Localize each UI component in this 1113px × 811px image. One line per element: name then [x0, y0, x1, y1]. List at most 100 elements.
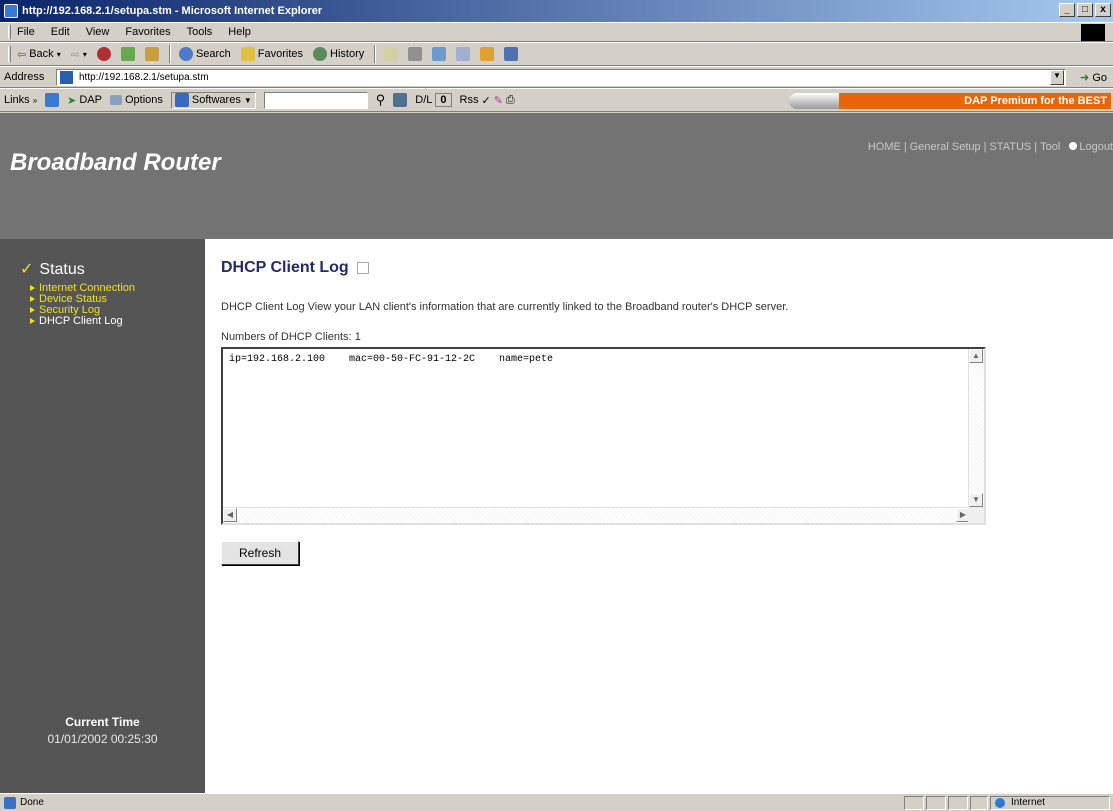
- forward-arrow-icon: ⇨: [70, 48, 80, 61]
- discuss-button[interactable]: [456, 47, 471, 61]
- dap-home-button[interactable]: [45, 93, 60, 107]
- address-dropdown-button[interactable]: ▼: [1050, 70, 1064, 85]
- nav-home[interactable]: HOME: [868, 141, 901, 153]
- dap-button[interactable]: ➤ DAP: [67, 94, 102, 107]
- nav-logout[interactable]: Logout: [1079, 141, 1113, 153]
- rss-button[interactable]: Rss ✓ ✎ ⎙: [460, 94, 515, 107]
- home-icon: [144, 47, 159, 61]
- horizontal-scrollbar[interactable]: ◀ ▶: [223, 507, 970, 523]
- toolbar-separator: [374, 45, 377, 63]
- dhcp-log-text: ip=192.168.2.100 mac=00-50-FC-91-12-2C n…: [229, 354, 554, 365]
- go-button[interactable]: ➜ Go: [1080, 71, 1107, 84]
- chevron-down-icon: ▾: [56, 49, 61, 59]
- menu-favorites[interactable]: Favorites: [125, 26, 170, 38]
- sidebar-section-status[interactable]: ✓ Status: [20, 259, 85, 279]
- links-button[interactable]: Links »: [4, 94, 37, 106]
- status-cell: [970, 796, 988, 810]
- research-icon: [504, 47, 519, 61]
- checkmark-icon: ✓: [20, 261, 34, 278]
- current-time-label: Current Time: [65, 715, 140, 729]
- softwares-dropdown[interactable]: Softwares ▼: [170, 91, 256, 109]
- menu-tools[interactable]: Tools: [187, 26, 213, 38]
- brand-title: Broadband Router: [10, 149, 221, 176]
- count-value: 1: [354, 331, 361, 343]
- banner-text: DAP Premium for the BEST: [839, 93, 1111, 109]
- maximize-button[interactable]: □: [1077, 3, 1093, 17]
- dap-arrow-icon: ➤: [67, 94, 77, 107]
- messenger-button[interactable]: [480, 47, 495, 61]
- dap-premium-banner[interactable]: DAP Premium for the BEST: [789, 93, 1111, 109]
- messenger-icon: [480, 47, 495, 61]
- favorites-button[interactable]: Favorites: [240, 47, 303, 61]
- arrow-right-icon: [30, 307, 35, 313]
- search-button[interactable]: Search: [178, 47, 231, 61]
- edit-button[interactable]: [432, 47, 447, 61]
- page-done-icon: [4, 796, 16, 809]
- dhcp-log-textarea[interactable]: ip=192.168.2.100 mac=00-50-FC-91-12-2C n…: [221, 347, 986, 525]
- status-bar: Done Internet: [0, 793, 1113, 811]
- menu-help[interactable]: Help: [228, 26, 251, 38]
- grid-icon: [393, 93, 408, 107]
- links-label: Links: [4, 94, 30, 106]
- edit-icon: [432, 47, 447, 61]
- print-button[interactable]: [408, 47, 423, 61]
- back-button[interactable]: ⇦ Back ▾: [17, 48, 61, 61]
- research-button[interactable]: [504, 47, 519, 61]
- address-input[interactable]: http://192.168.2.1/setupa.stm: [56, 69, 1066, 86]
- status-cell: [926, 796, 946, 810]
- home-button[interactable]: [144, 47, 159, 61]
- top-navigation: HOME | General Setup | STATUS | Tool Logout: [867, 141, 1113, 153]
- minimize-button[interactable]: _: [1059, 3, 1075, 17]
- refresh-page-button[interactable]: [120, 47, 135, 61]
- scroll-up-button[interactable]: ▲: [969, 349, 983, 363]
- nav-status[interactable]: STATUS: [989, 141, 1031, 153]
- close-button[interactable]: x: [1095, 3, 1111, 17]
- toolbar-separator: [168, 45, 171, 63]
- zone-label: Internet: [1011, 797, 1045, 808]
- nav-tool[interactable]: Tool: [1040, 141, 1060, 153]
- web-page: Broadband Router HOME | General Setup | STAT…: [0, 113, 1113, 793]
- vertical-scrollbar[interactable]: ▲ ▼: [968, 349, 984, 507]
- dap-home-icon: [45, 93, 60, 107]
- page-icon: [60, 71, 73, 84]
- menu-edit[interactable]: Edit: [51, 26, 70, 38]
- help-icon[interactable]: [356, 261, 369, 274]
- history-button[interactable]: History: [313, 47, 364, 61]
- main-content: DHCP Client Log DHCP Client Log View you…: [205, 239, 1113, 793]
- scroll-left-button[interactable]: ◀: [223, 508, 237, 522]
- sidebar-item-dhcp-client-log[interactable]: DHCP Client Log: [30, 316, 135, 327]
- status-cell: [948, 796, 968, 810]
- dl-label: D/L: [415, 94, 433, 106]
- history-icon: [313, 47, 328, 61]
- dl-count: 0: [435, 93, 452, 107]
- download-counter: D/L 0: [415, 93, 452, 107]
- scroll-down-button[interactable]: ▼: [969, 493, 983, 507]
- page-title-text: DHCP Client Log: [221, 259, 349, 276]
- forward-button[interactable]: ⇨ ▾: [71, 48, 87, 61]
- stop-button[interactable]: [96, 47, 111, 61]
- dap-search-input[interactable]: [263, 91, 368, 109]
- router-header: Broadband Router HOME | General Setup | STAT…: [0, 113, 1113, 239]
- go-label: Go: [1092, 72, 1107, 84]
- nav-general-setup[interactable]: General Setup: [910, 141, 981, 153]
- ie-icon: [4, 4, 18, 18]
- chevron-down-icon: ▾: [82, 49, 87, 59]
- status-text: Done: [20, 797, 44, 808]
- dap-search-button[interactable]: ⚲: [376, 92, 386, 108]
- arrow-right-icon: [30, 318, 35, 324]
- pencil-icon: ✎: [493, 94, 503, 107]
- menu-view[interactable]: View: [86, 26, 110, 38]
- rss-label: Rss: [459, 94, 479, 106]
- logout-icon: [1069, 142, 1078, 150]
- address-url: http://192.168.2.1/setupa.stm: [79, 72, 209, 83]
- current-time-value: 01/01/2002 00:25:30: [47, 732, 158, 746]
- mail-button[interactable]: [384, 47, 399, 61]
- address-label: Address: [4, 71, 45, 83]
- search-label: Search: [195, 48, 231, 60]
- window-title-bar[interactable]: http://192.168.2.1/setupa.stm - Microsof…: [0, 0, 1113, 22]
- options-button[interactable]: Options: [109, 94, 163, 106]
- menu-file[interactable]: File: [17, 26, 35, 38]
- dap-grid-button[interactable]: [393, 93, 408, 107]
- windows-logo-icon: [1081, 24, 1105, 41]
- refresh-button[interactable]: Refresh: [221, 541, 299, 565]
